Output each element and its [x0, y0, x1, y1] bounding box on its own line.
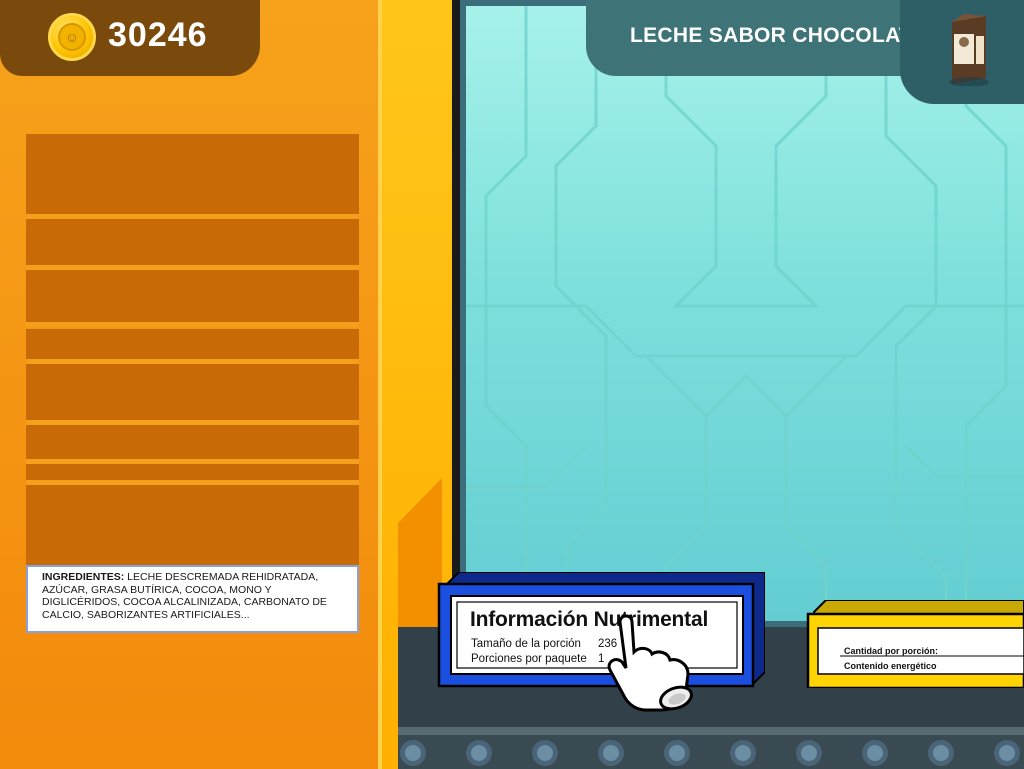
yellow-package[interactable] — [806, 600, 1024, 688]
energy-content-label: Contenido energético — [844, 661, 937, 671]
roller — [796, 740, 822, 766]
product-title: LECHE SABOR CHOCOLATE — [630, 24, 927, 47]
roller — [730, 740, 756, 766]
coin-count: 30246 — [108, 16, 208, 54]
label-strip — [26, 485, 359, 566]
roller — [664, 740, 690, 766]
milk-carton-icon — [949, 14, 989, 86]
roller — [862, 740, 888, 766]
label-strip — [26, 329, 359, 359]
roller — [598, 740, 624, 766]
label-strip — [26, 425, 359, 459]
ingredients-label: INGREDIENTES: LECHE DESCREMADA REHIDRATA… — [26, 565, 359, 633]
label-strip — [26, 464, 359, 480]
roller — [532, 740, 558, 766]
roller — [466, 740, 492, 766]
label-strips — [26, 134, 359, 566]
servings-label: Porciones por paquete — [471, 653, 587, 665]
strip-seam — [26, 322, 359, 327]
pointer-hand-icon — [607, 614, 693, 712]
label-strip — [26, 134, 359, 214]
serving-size-label: Tamaño de la porción — [471, 638, 581, 650]
roller — [994, 740, 1020, 766]
roller — [928, 740, 954, 766]
ingredients-heading: INGREDIENTES: — [42, 571, 125, 583]
label-strip — [26, 270, 359, 322]
coin-icon: ☺ — [48, 13, 96, 61]
serving-amount-label: Cantidad por porción: — [844, 646, 938, 656]
label-strip — [26, 219, 359, 265]
label-strip — [26, 364, 359, 420]
conveyor-edge — [398, 727, 1024, 735]
roller — [400, 740, 426, 766]
